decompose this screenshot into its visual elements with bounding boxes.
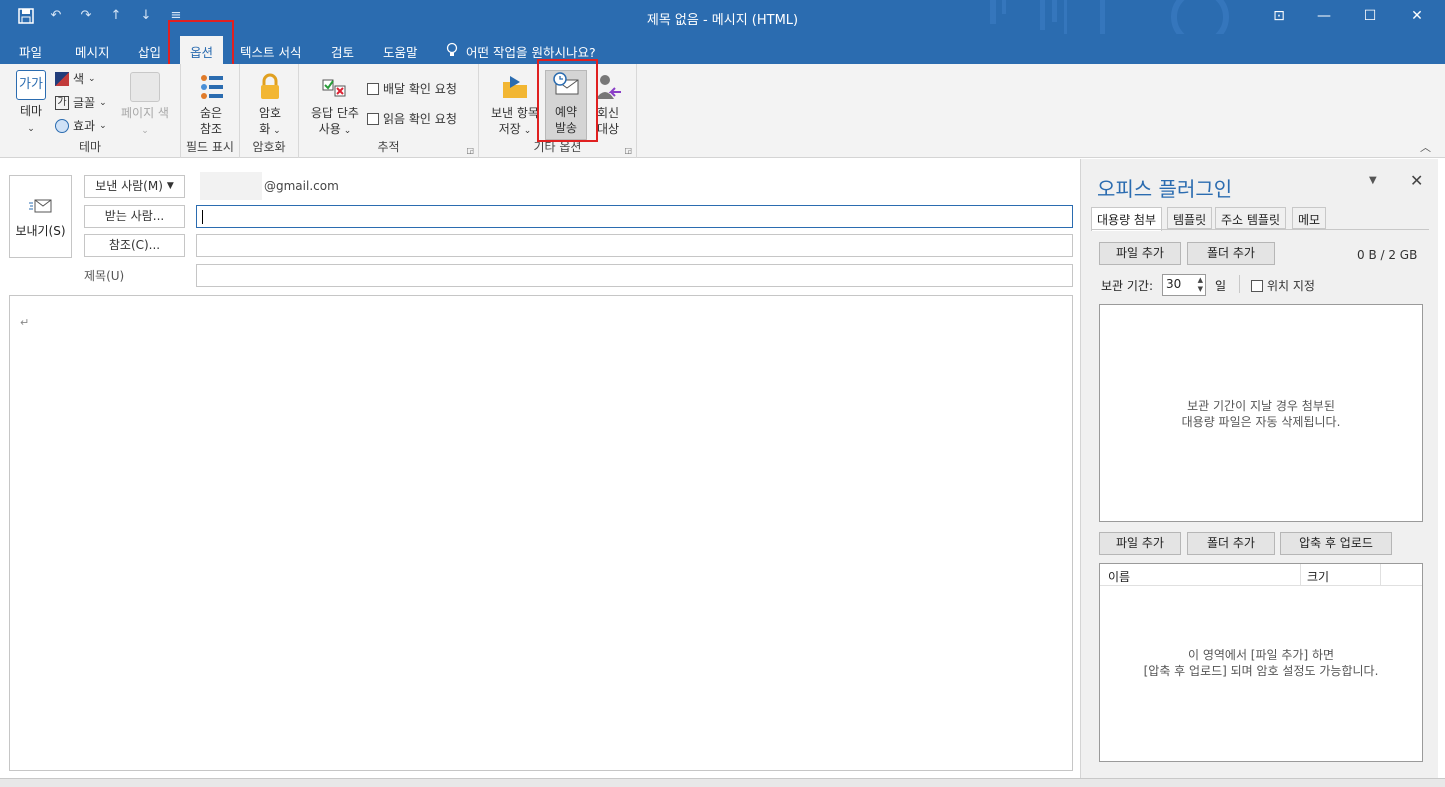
fonts-icon: 가 [55,95,69,110]
collapse-ribbon-icon[interactable]: ︿ [1420,139,1431,155]
group-encrypt: 암호 화 ⌄ 암호화 [240,64,299,158]
taskbar-strip [0,778,1445,787]
from-button[interactable]: 보낸 사람(M) ▼ [84,175,185,198]
tab-review[interactable]: 검토 [331,42,354,61]
spinner-arrows-icon[interactable]: ▲ ▼ [1198,276,1203,294]
office-plugin-pane: 오피스 플러그인 ▼ ✕ 대용량 첨부 템플릿 주소 템플릿 메모 파일 추가 … [1080,159,1438,778]
plugin-tab-memo[interactable]: 메모 [1292,207,1327,229]
read-receipt-checkbox[interactable]: 읽음 확인 요청 [367,110,457,127]
ribbon-display-options-icon[interactable]: ⊡ [1268,6,1290,26]
column-divider [1300,564,1301,586]
dropzone-text-1: 보관 기간이 지날 경우 첨부된 [1187,399,1335,413]
separator [1239,275,1240,293]
encrypt-button[interactable]: 암호 화 ⌄ [250,72,290,139]
to-button[interactable]: 받는 사람... [84,205,185,228]
tab-file[interactable]: 파일 [19,42,42,61]
message-body[interactable]: ↵ [9,295,1073,771]
subject-label: 제목(U) [84,269,125,283]
lock-icon [255,72,285,102]
minimize-icon[interactable]: — [1313,6,1335,26]
chevron-down-icon: ▼ [166,181,174,191]
redacted-email-blur [200,172,262,200]
close-icon[interactable]: ✕ [1406,6,1428,26]
file-list-header: 이름 크기 [1100,564,1422,586]
read-receipt-check-icon [367,112,379,125]
effects-icon [55,118,69,133]
add-file-button-2[interactable]: 파일 추가 [1099,532,1181,555]
delivery-receipt-checkbox[interactable]: 배달 확인 요청 [367,80,457,97]
send-icon [28,198,53,214]
group-label-show-fields: 필드 표시 [186,140,234,154]
tab-message[interactable]: 메시지 [75,42,110,61]
set-location-checkbox[interactable]: 위치 지정 [1251,277,1315,294]
file-list-hint-1: 이 영역에서 [파일 추가] 하면 [1187,648,1335,662]
from-value: @gmail.com [264,179,339,193]
voting-buttons-button[interactable]: 응답 단추 사용 ⌄ [305,72,365,139]
colors-icon [55,71,69,86]
zip-upload-button[interactable]: 압축 후 업로드 [1280,532,1392,555]
paragraph-mark: ↵ [20,316,30,329]
to-field[interactable] [196,205,1073,228]
attachment-dropzone[interactable]: 보관 기간이 지날 경우 첨부된 대용량 파일은 자동 삭제됩니다. [1099,304,1423,522]
highlight-delay-delivery [537,59,598,142]
cc-field[interactable] [196,234,1073,257]
plugin-tab-address-template[interactable]: 주소 템플릿 [1215,207,1287,229]
more-options-launcher-icon[interactable]: ◲ [624,146,632,155]
page-color-icon [130,72,160,102]
add-folder-button[interactable]: 폴더 추가 [1187,242,1275,265]
tab-insert[interactable]: 삽입 [138,42,161,61]
group-show-fields: 숨은 참조 필드 표시 [181,64,240,158]
ribbon: 가가 테마⌄ 색⌄ 가 글꼴⌄ 효과⌄ 페이지 색⌄ 테마 숨은 참조 [0,64,1445,158]
subject-field[interactable] [196,264,1073,287]
plugin-tab-large-attachment[interactable]: 대용량 첨부 [1091,207,1163,231]
effects-button[interactable]: 효과 ⌄ [55,117,107,134]
retention-unit: 일 [1215,279,1227,293]
retention-label: 보관 기간: [1101,279,1154,293]
folder-icon [500,72,530,102]
group-tracking: 응답 단추 사용 ⌄ 배달 확인 요청 읽음 확인 요청 추적 ◲ [299,64,479,158]
send-button[interactable]: 보내기(S) [9,175,72,258]
plugin-title: 오피스 플러그인 [1097,177,1233,201]
tab-underline [1091,229,1429,230]
column-name[interactable]: 이름 [1108,568,1130,585]
column-divider-2 [1380,564,1381,586]
column-size[interactable]: 크기 [1307,568,1329,585]
bcc-button[interactable]: 숨은 참조 [191,72,231,137]
text-cursor [202,209,203,224]
voting-icon [320,72,350,102]
retention-spinner[interactable]: 30 ▲ ▼ [1162,274,1206,296]
group-theme: 가가 테마 ⌄ 색 ⌄ 가 글꼴 ⌄ 효과 ⌄ 페이지 색 ⌄ 테마 [0,64,181,158]
decorative-pattern [990,0,1229,34]
maximize-icon[interactable]: ☐ [1359,6,1381,26]
compose-pane: 보내기(S) 보낸 사람(M) ▼ @gmail.com 받는 사람... 참조… [0,159,1080,787]
delivery-receipt-check-icon [367,82,379,95]
plugin-tab-template[interactable]: 템플릿 [1167,207,1213,229]
group-label-encrypt: 암호화 [252,140,286,154]
fonts-button[interactable]: 가 글꼴 ⌄ [55,94,107,111]
dropzone-text-2: 대용량 파일은 자동 삭제됩니다. [1181,415,1341,429]
add-folder-button-2[interactable]: 폴더 추가 [1187,532,1275,555]
cc-button[interactable]: 참조(C)... [84,234,185,257]
close-pane-icon[interactable]: ✕ [1410,171,1423,190]
add-file-button[interactable]: 파일 추가 [1099,242,1181,265]
colors-button[interactable]: 색 ⌄ [55,70,96,87]
theme-icon: 가가 [16,70,46,100]
file-list[interactable]: 이름 크기 이 영역에서 [파일 추가] 하면 [압축 후 업로드] 되며 암호… [1099,563,1423,762]
file-list-hint-2: [압축 후 업로드] 되며 암호 설정도 가능합니다. [1143,664,1379,678]
bcc-icon [196,72,226,102]
page-color-button[interactable]: 페이지 색 ⌄ [115,72,175,139]
theme-button[interactable]: 가가 테마 ⌄ [12,70,50,137]
group-label-tracking: 추적 [377,140,400,154]
set-location-check-icon [1251,279,1263,292]
storage-quota: 0 B / 2 GB [1357,248,1418,262]
tab-help[interactable]: 도움말 [383,42,418,61]
save-sent-item-button[interactable]: 보낸 항목 저장 ⌄ [487,72,543,139]
pane-options-chevron-icon[interactable]: ▼ [1369,175,1377,186]
group-label-theme: 테마 [78,140,102,154]
lightbulb-icon [446,42,458,61]
tracking-launcher-icon[interactable]: ◲ [466,146,474,155]
tab-format-text[interactable]: 텍스트 서식 [240,42,301,61]
